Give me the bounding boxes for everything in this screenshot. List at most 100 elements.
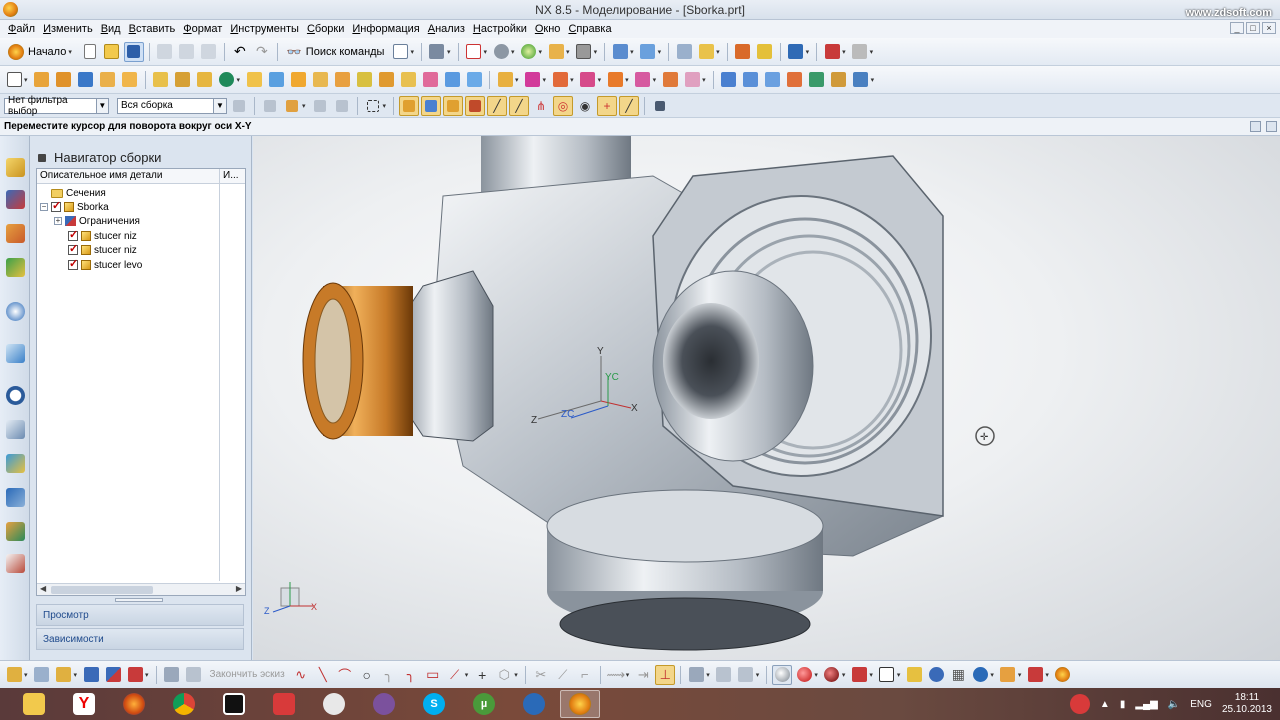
object-display-button[interactable] [755,42,775,62]
chevron-down-icon[interactable]: ▾ [237,76,241,84]
resize-blend-button[interactable] [605,70,625,90]
arc-button[interactable]: ⌒ [335,665,355,685]
snap-on-curve-button[interactable]: ╱ [619,95,640,116]
chevron-down-icon[interactable]: ▾ [598,76,602,84]
layer-settings-button[interactable] [674,42,694,62]
chevron-down-icon[interactable]: ▾ [74,671,78,679]
animate-dimension-button[interactable] [714,665,734,685]
exploded-view-button[interactable] [125,665,145,685]
window-layout-button[interactable] [390,42,410,62]
open-button[interactable] [102,42,122,62]
undo-button[interactable]: ↶ [230,42,250,62]
quick-extend-button[interactable]: ⟋ [553,665,573,685]
sketch-button[interactable] [4,70,24,90]
tray-app-icon[interactable] [1069,694,1090,714]
power-icon[interactable]: ▮ [1120,699,1126,710]
chevron-down-icon[interactable]: ▾ [869,671,873,679]
draft-button[interactable] [310,70,330,90]
swept-button[interactable] [763,70,783,90]
background-button[interactable] [574,42,594,62]
edit-object-button[interactable] [733,42,753,62]
thread-button[interactable] [420,70,440,90]
sketch-task-button[interactable] [162,665,182,685]
point-button[interactable]: + [472,665,492,685]
sphere-button[interactable] [519,42,539,62]
rectangle-button[interactable]: ▭ [423,665,443,685]
ruler-button[interactable] [850,42,870,62]
reuse-library-tab[interactable] [6,258,25,277]
offset-curve-button[interactable]: ⟿ [606,665,626,685]
assembly-navigator-tab[interactable] [6,158,25,177]
chevron-down-icon[interactable]: ▾ [1045,671,1049,679]
geometric-constraints-button[interactable]: ⊥ [655,664,676,685]
feature-select-button[interactable] [310,96,330,116]
chevron-down-icon[interactable]: ▾ [484,48,488,56]
show-constraints-button[interactable] [686,665,706,685]
polygon-button[interactable]: ⟋ [445,665,465,685]
chevron-down-icon[interactable]: ▾ [625,76,629,84]
taskbar-app-pin[interactable] [314,690,354,718]
pattern-button[interactable] [332,70,352,90]
chevron-down-icon[interactable]: ▾ [1018,671,1022,679]
new-file-button[interactable] [80,42,100,62]
bridge-button[interactable] [851,70,871,90]
visibility-checkbox[interactable] [68,242,78,255]
snap-midpoint-button[interactable] [421,95,442,116]
rectangle-select-button[interactable] [363,96,383,116]
menu-view[interactable]: Вид [97,23,125,35]
new-component-button[interactable] [54,665,74,685]
menu-format[interactable]: Формат [179,23,226,35]
tray-expand-icon[interactable]: ▲ [1100,699,1110,710]
studio-spline-button[interactable]: ⬡ [494,665,514,685]
chevron-down-icon[interactable]: ▾ [990,671,994,679]
datum-csys-button[interactable] [195,70,215,90]
role-button[interactable] [970,665,990,685]
view-section-button[interactable] [610,42,630,62]
measure-distance-button[interactable] [822,42,842,62]
split-body-button[interactable] [398,70,418,90]
chevron-down-icon[interactable]: ▾ [658,48,662,56]
select-all-button[interactable] [282,96,302,116]
package-button[interactable] [1025,665,1045,685]
horizontal-scrollbar[interactable]: ◀ ▶ [37,583,245,595]
system-materials-tab[interactable] [6,420,25,439]
circle-button[interactable]: ○ [357,665,377,685]
chevron-down-icon[interactable]: ▾ [514,671,518,679]
fillet-button[interactable]: ╮ [379,665,399,685]
preview-panel-button[interactable]: Просмотр [36,604,244,626]
pull-face-button[interactable] [523,70,543,90]
finish-sketch-label[interactable]: Закончить эскиз [210,669,285,680]
redo-button[interactable]: ↷ [252,42,272,62]
n-sided-button[interactable] [807,70,827,90]
snap-center-button[interactable]: ◎ [553,95,574,116]
tree-node-constraints[interactable]: + Ограничения [54,214,140,228]
taskbar-chrome[interactable] [164,690,204,718]
tree-node-component[interactable]: stucer niz [68,242,137,257]
make-coaxial-button[interactable] [660,70,680,90]
chevron-down-icon[interactable]: ▾ [706,671,710,679]
sew-button[interactable] [464,70,484,90]
surface-button[interactable] [719,70,739,90]
rapid-dimension-button[interactable]: ⇥ [633,665,653,685]
grid-button[interactable]: ▦ [948,665,968,685]
menu-tools[interactable]: Инструменты [226,23,303,35]
light-button[interactable] [904,665,924,685]
history-tab[interactable] [6,344,25,363]
chevron-down-icon[interactable]: ▾ [626,671,630,679]
finish-sketch-icon-button[interactable] [184,665,204,685]
chamfer-button[interactable] [266,70,286,90]
chevron-down-icon[interactable]: ▾ [383,102,387,110]
revolve-button[interactable] [54,70,74,90]
orient-view-button[interactable] [546,42,566,62]
taskbar-explorer[interactable] [14,690,54,718]
materials-button[interactable] [998,665,1018,685]
snap-line-button[interactable]: ╱ [487,95,508,116]
taskbar-viber[interactable] [364,690,404,718]
cut-button[interactable] [155,42,175,62]
taskbar-nx[interactable] [560,690,600,718]
chevron-down-icon[interactable]: ▾ [756,671,760,679]
save-button[interactable] [123,41,144,62]
close-icon[interactable]: × [1262,22,1276,34]
menu-information[interactable]: Информация [348,23,423,35]
chevron-down-icon[interactable]: ▾ [302,102,306,110]
